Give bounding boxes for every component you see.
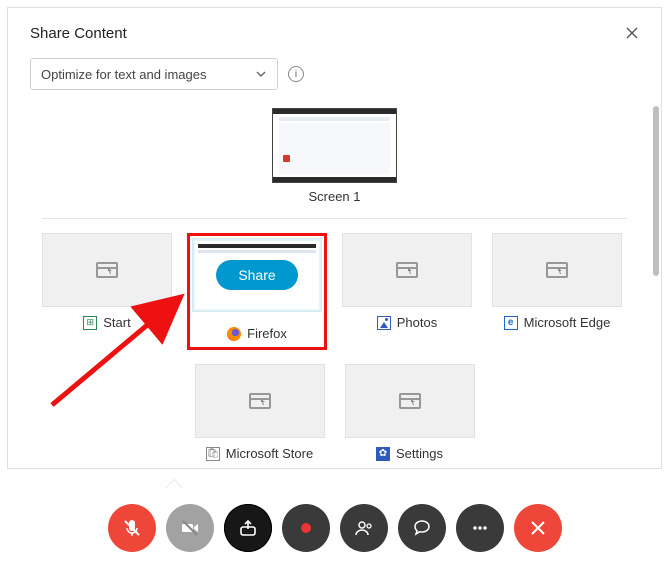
record-button[interactable] xyxy=(282,504,330,552)
share-content-dialog: Share Content Optimize for text and imag… xyxy=(7,7,662,469)
screen-tile[interactable]: Screen 1 xyxy=(265,108,405,204)
chevron-down-icon xyxy=(255,68,267,80)
more-options-button[interactable] xyxy=(456,504,504,552)
app-tile-start[interactable]: Start xyxy=(42,233,172,350)
info-icon[interactable]: i xyxy=(288,66,304,82)
share-content-button[interactable] xyxy=(224,504,272,552)
selection-highlight: Share Firefox xyxy=(187,233,327,350)
edge-icon xyxy=(504,316,518,330)
firefox-icon xyxy=(227,327,241,341)
scrollbar[interactable] xyxy=(653,106,659,466)
dropdown-label: Optimize for text and images xyxy=(41,67,206,82)
app-tile-photos[interactable]: Photos xyxy=(342,233,472,350)
chat-icon xyxy=(412,518,432,538)
app-label: Start xyxy=(103,315,130,330)
photos-icon xyxy=(377,316,391,330)
share-button[interactable]: Share xyxy=(216,260,297,290)
participants-icon xyxy=(354,518,374,538)
screen-thumbnail xyxy=(272,108,397,183)
close-button[interactable] xyxy=(617,18,647,48)
app-label: Microsoft Edge xyxy=(524,315,611,330)
app-label: Photos xyxy=(397,315,437,330)
firefox-thumbnail: Share xyxy=(195,241,319,309)
video-button[interactable] xyxy=(166,504,214,552)
camera-off-icon xyxy=(180,518,200,538)
app-label: Microsoft Store xyxy=(226,446,313,461)
app-label: Firefox xyxy=(247,326,287,341)
screen-label: Screen 1 xyxy=(308,189,360,204)
meeting-toolbar xyxy=(0,483,669,573)
app-tile-edge[interactable]: Microsoft Edge xyxy=(492,233,622,350)
window-icon xyxy=(546,262,568,278)
section-divider xyxy=(42,218,627,219)
window-icon xyxy=(249,393,271,409)
chat-button[interactable] xyxy=(398,504,446,552)
mute-button[interactable] xyxy=(108,504,156,552)
close-icon xyxy=(626,27,638,39)
more-icon xyxy=(470,518,490,538)
mic-muted-icon xyxy=(122,518,142,538)
settings-icon xyxy=(376,447,390,461)
app-tile-settings[interactable]: Settings xyxy=(345,364,475,461)
window-icon xyxy=(399,393,421,409)
participants-button[interactable] xyxy=(340,504,388,552)
window-icon xyxy=(396,262,418,278)
optimize-dropdown[interactable]: Optimize for text and images xyxy=(30,58,278,90)
app-tile-store[interactable]: Microsoft Store xyxy=(195,364,325,461)
start-icon xyxy=(83,316,97,330)
dialog-title: Share Content xyxy=(30,25,127,42)
share-up-icon xyxy=(238,518,258,538)
leave-button[interactable] xyxy=(514,504,562,552)
record-icon xyxy=(301,523,311,533)
close-icon xyxy=(530,520,546,536)
app-label: Settings xyxy=(396,446,443,461)
window-icon xyxy=(96,262,118,278)
app-tile-firefox[interactable]: Share Firefox xyxy=(192,233,322,350)
store-icon xyxy=(206,447,220,461)
scrollbar-thumb[interactable] xyxy=(653,106,659,276)
